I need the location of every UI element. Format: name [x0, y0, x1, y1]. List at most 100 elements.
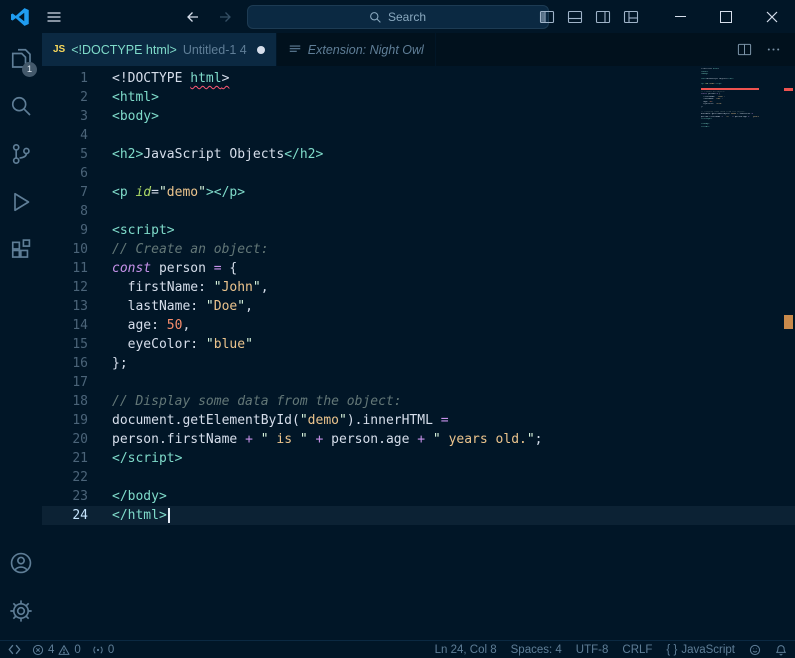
code-line[interactable]: 24 </html>: [42, 506, 795, 525]
explorer-badge: 1: [22, 62, 37, 77]
code-token: // Display some data from the object:: [112, 394, 402, 409]
account-button[interactable]: [0, 540, 42, 586]
back-arrow-icon[interactable]: [185, 9, 201, 25]
more-actions-icon[interactable]: [766, 42, 781, 57]
line-number: 9: [80, 223, 88, 238]
code-token: ": [158, 185, 167, 200]
problems-status[interactable]: 4 0: [32, 644, 81, 656]
code-token: person.firstName: [112, 432, 246, 447]
braces-icon: { }: [666, 643, 678, 656]
minimap-error-line: [701, 88, 759, 90]
encoding[interactable]: UTF-8: [576, 644, 609, 656]
forward-arrow-icon[interactable]: [217, 9, 233, 25]
code-line[interactable]: 2 <html>: [42, 88, 795, 107]
code-line[interactable]: 17: [42, 373, 795, 392]
code-token: Doe: [213, 299, 238, 314]
tab-untitled-1[interactable]: JS <!DOCTYPE html> Untitled-1 4: [42, 33, 277, 66]
maximize-button[interactable]: [703, 0, 749, 33]
line-content: [88, 164, 112, 183]
javascript-file-icon: JS: [53, 44, 66, 55]
code-token: ": [299, 413, 308, 428]
line-number: 6: [80, 166, 88, 181]
maximize-icon: [720, 10, 732, 23]
command-center-search[interactable]: Search: [246, 5, 549, 29]
line-content: <h2>JavaScript Objects</h2>: [88, 145, 323, 164]
code-line[interactable]: 16};: [42, 354, 795, 373]
editor[interactable]: 1 <!DOCTYPE html> 2 <html> 3 <body> 4 5 <h2>Java…: [42, 66, 795, 640]
indentation[interactable]: Spaces: 4: [511, 644, 562, 656]
sidebar-item-run-debug[interactable]: [0, 179, 42, 225]
line-number: 21: [72, 451, 88, 466]
code-token: ": [432, 432, 441, 447]
menu-icon[interactable]: [46, 9, 62, 25]
line-number: 17: [72, 375, 88, 390]
sidebar-item-search[interactable]: [0, 83, 42, 129]
line-content: [88, 468, 112, 487]
code-line[interactable]: 5 <h2>JavaScript Objects</h2>: [42, 145, 795, 164]
code-token: eyeColor:: [112, 337, 206, 352]
code-line[interactable]: 19 document.getElementById("demo").innerH…: [42, 411, 795, 430]
code-line[interactable]: 9 <script>: [42, 221, 795, 240]
eol-sequence[interactable]: CRLF: [622, 644, 652, 656]
line-number: 10: [72, 242, 88, 257]
code-line[interactable]: 8: [42, 202, 795, 221]
notifications-bell-icon[interactable]: [775, 644, 787, 656]
code-token: is: [268, 432, 300, 447]
code-token: JavaScript Objects: [143, 147, 285, 162]
code-line[interactable]: 14 age: 50,: [42, 316, 795, 335]
language-mode[interactable]: { } JavaScript: [666, 644, 735, 656]
code-line[interactable]: 11 const person = {: [42, 259, 795, 278]
line-content: </script>: [88, 449, 182, 468]
code-line[interactable]: 15 eyeColor: "blue": [42, 335, 795, 354]
customize-layout-icon[interactable]: [623, 9, 639, 25]
line-number: 12: [72, 280, 88, 295]
code-line[interactable]: 18 // Display some data from the object:: [42, 392, 795, 411]
code-token: ></p>: [205, 185, 246, 200]
ports-status[interactable]: 0: [92, 644, 114, 656]
split-editor-icon[interactable]: [737, 42, 752, 57]
line-content: [88, 202, 112, 221]
cursor-position[interactable]: Ln 24, Col 8: [435, 644, 497, 656]
code-token: +: [417, 432, 426, 447]
code-token: =: [151, 185, 159, 200]
code-token: </html>: [112, 508, 167, 523]
sidebar-item-source-control[interactable]: [0, 131, 42, 177]
overview-ruler[interactable]: [782, 66, 795, 640]
code-token: ": [213, 280, 222, 295]
toggle-sidebar-icon[interactable]: [539, 9, 555, 25]
sidebar-item-explorer[interactable]: 1: [0, 35, 42, 81]
settings-button[interactable]: [0, 588, 42, 634]
source-control-icon: [9, 142, 33, 166]
code-line[interactable]: 13 lastName: "Doe",: [42, 297, 795, 316]
code-line[interactable]: 3 <body>: [42, 107, 795, 126]
tab-bar: JS <!DOCTYPE html> Untitled-1 4 Extensio…: [42, 33, 795, 66]
code-line[interactable]: 7 <p id="demo"></p>: [42, 183, 795, 202]
code-line[interactable]: 6: [42, 164, 795, 183]
line-content: eyeColor: "blue": [88, 335, 253, 354]
line-content: <html>: [88, 88, 159, 107]
sidebar-item-extensions[interactable]: [0, 227, 42, 273]
tab-extension-night-owl[interactable]: Extension: Night Owl: [277, 33, 436, 66]
minimap[interactable]: <!DOCTYPE html> <html> <body> <h2>JavaScrip…: [701, 68, 759, 128]
toggle-panel-icon[interactable]: [567, 9, 583, 25]
remote-indicator[interactable]: [8, 643, 21, 656]
line-number: 5: [80, 147, 88, 162]
toggle-secondary-sidebar-icon[interactable]: [595, 9, 611, 25]
code-line[interactable]: 20 person.firstName + " is " + person.age…: [42, 430, 795, 449]
line-number: 14: [72, 318, 88, 333]
code-line[interactable]: 21 </script>: [42, 449, 795, 468]
ruler-modified-marker: [784, 315, 793, 329]
code-line[interactable]: 12 firstName: "John",: [42, 278, 795, 297]
vscode-logo-icon: [10, 7, 30, 27]
minimize-button[interactable]: [657, 0, 703, 33]
code-line[interactable]: 23 </body>: [42, 487, 795, 506]
modified-dot-icon[interactable]: [256, 45, 265, 54]
code-line[interactable]: 4: [42, 126, 795, 145]
code-line[interactable]: 1 <!DOCTYPE html>: [42, 69, 795, 88]
close-button[interactable]: [749, 0, 795, 33]
language-status-icon[interactable]: [749, 644, 761, 656]
code-token: ": [252, 280, 261, 295]
code-line[interactable]: 10 // Create an object:: [42, 240, 795, 259]
line-content: lastName: "Doe",: [88, 297, 253, 316]
code-line[interactable]: 22: [42, 468, 795, 487]
